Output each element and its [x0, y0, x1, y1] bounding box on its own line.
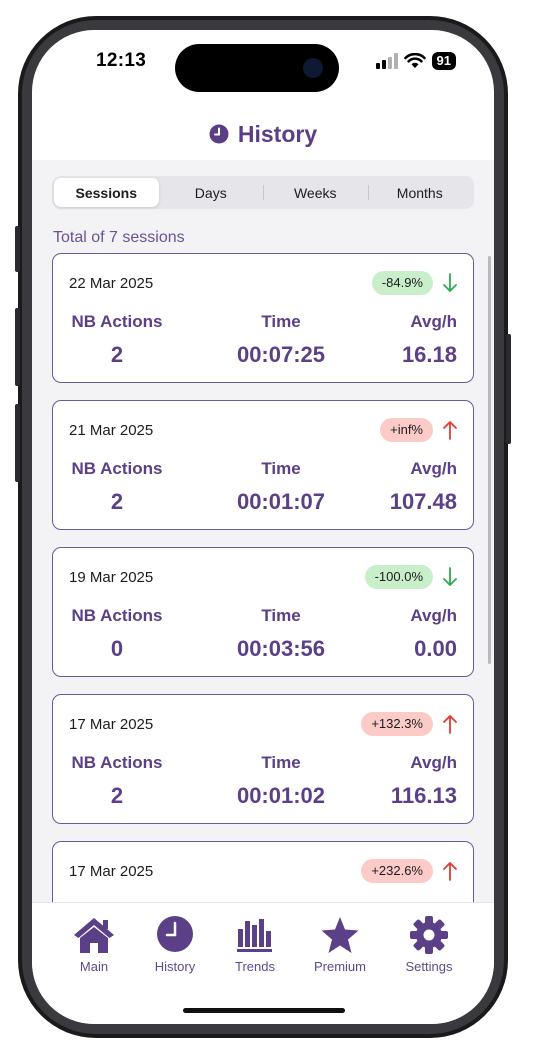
cellular-signal-icon	[375, 53, 398, 69]
time-value: 00:01:07	[236, 489, 326, 514]
session-date: 19 Mar 2025	[69, 569, 154, 586]
clock-icon	[209, 124, 229, 144]
time-value: 00:01:02	[236, 783, 326, 808]
history-content[interactable]: Sessions Days Weeks Months Total of 7 se…	[32, 160, 494, 902]
tab-label: Main	[79, 959, 109, 974]
power-button	[506, 334, 511, 444]
session-card[interactable]: 19 Mar 2025 -100.0% NB Actions Time Avg/…	[52, 547, 474, 677]
actions-value: 2	[110, 783, 124, 808]
tab-bar: Main History Trends Premium Settings	[32, 902, 494, 1024]
home-indicator	[183, 1008, 345, 1013]
rate-label: Avg/h	[410, 459, 457, 478]
segment-weeks[interactable]: Weeks	[263, 178, 368, 207]
segment-days[interactable]: Days	[159, 178, 264, 207]
rate-value: 107.48	[389, 489, 457, 514]
rate-label: Avg/h	[410, 312, 457, 331]
time-label: Time	[261, 753, 301, 772]
arrow-down-icon	[443, 567, 457, 586]
volume-up-button	[15, 308, 20, 386]
tab-trends[interactable]: Trends	[215, 915, 295, 974]
arrow-down-icon	[443, 273, 457, 292]
time-label: Time	[261, 312, 301, 331]
gear-icon	[410, 916, 448, 954]
page-title: History	[237, 120, 318, 147]
session-date: 17 Mar 2025	[69, 863, 154, 880]
page-header: History	[32, 108, 494, 160]
tab-main[interactable]: Main	[54, 915, 134, 974]
change-badge: -84.9%	[371, 271, 433, 295]
tab-history[interactable]: History	[135, 915, 215, 974]
actions-value: 0	[110, 636, 124, 661]
segment-sessions[interactable]: Sessions	[54, 178, 159, 207]
change-badge: -100.0%	[364, 565, 433, 589]
battery-indicator: 91	[431, 52, 456, 70]
rate-value: 116.13	[390, 783, 457, 808]
session-card[interactable]: 17 Mar 2025 +132.3% NB Actions Time Avg/…	[52, 694, 474, 824]
time-value: 00:07:25	[236, 342, 326, 367]
tab-label: Settings	[405, 959, 453, 974]
clock-icon	[157, 916, 193, 952]
dynamic-island	[175, 44, 339, 92]
tab-settings[interactable]: Settings	[389, 915, 469, 974]
sessions-total: Total of 7 sessions	[53, 229, 185, 246]
period-segmented-control: Sessions Days Weeks Months	[52, 176, 474, 209]
app-screen: 12:13 91 History Sessions Days Weeks Mon…	[32, 30, 494, 1024]
time-value: 00:03:56	[236, 636, 326, 661]
session-card[interactable]: 17 Mar 2025 +232.6%	[52, 841, 474, 902]
session-date: 17 Mar 2025	[69, 716, 154, 733]
actions-label: NB Actions	[71, 459, 163, 478]
arrow-up-icon	[443, 421, 457, 440]
bar-chart-icon	[237, 919, 272, 952]
actions-label: NB Actions	[71, 753, 163, 772]
actions-value: 2	[110, 489, 124, 514]
rate-value: 0.00	[414, 636, 457, 661]
change-badge: +132.3%	[361, 712, 433, 736]
actions-value: 2	[110, 342, 124, 367]
rate-label: Avg/h	[410, 606, 457, 625]
status-time: 12:13	[96, 50, 147, 71]
actions-label: NB Actions	[71, 312, 163, 331]
time-label: Time	[261, 606, 301, 625]
status-icons: 91	[375, 52, 456, 70]
tab-label: History	[154, 959, 196, 974]
camera-icon	[303, 58, 323, 78]
actions-label: NB Actions	[71, 606, 163, 625]
tab-label: Trends	[235, 959, 275, 974]
rate-label: Avg/h	[410, 753, 457, 772]
arrow-up-icon	[443, 715, 457, 734]
tab-label: Premium	[313, 959, 366, 974]
session-card[interactable]: 22 Mar 2025 -84.9% NB Actions Time Avg/h…	[52, 253, 474, 383]
session-date: 21 Mar 2025	[69, 422, 154, 439]
wifi-icon	[403, 53, 426, 68]
arrow-up-icon	[443, 862, 457, 881]
session-date: 22 Mar 2025	[69, 275, 154, 292]
action-button	[15, 226, 20, 272]
time-label: Time	[261, 459, 301, 478]
segment-months[interactable]: Months	[367, 178, 473, 207]
scrollbar[interactable]	[488, 256, 491, 664]
house-icon	[74, 918, 114, 953]
rate-value: 16.18	[401, 342, 457, 367]
change-badge: +232.6%	[361, 859, 433, 883]
volume-down-button	[15, 404, 20, 482]
tab-premium[interactable]: Premium	[300, 915, 380, 974]
change-badge: +inf%	[380, 418, 433, 442]
star-icon	[321, 917, 359, 953]
session-card[interactable]: 21 Mar 2025 +inf% NB Actions Time Avg/h …	[52, 400, 474, 530]
